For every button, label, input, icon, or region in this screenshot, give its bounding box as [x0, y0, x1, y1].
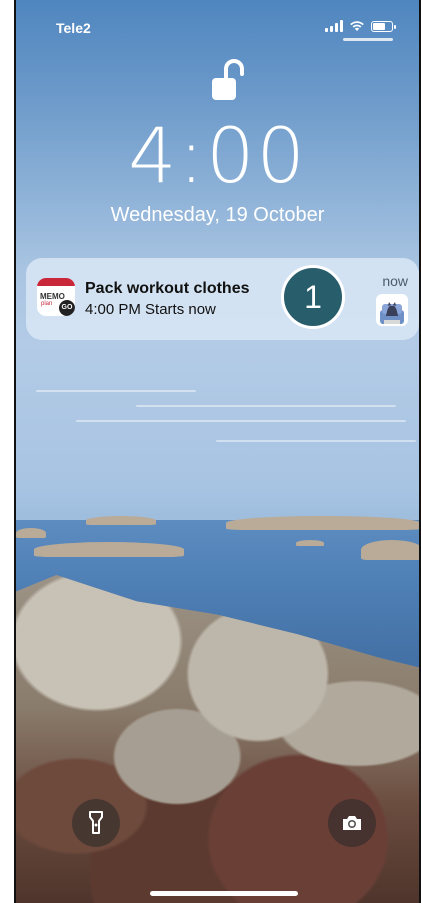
- notification-card[interactable]: MEMO plan GO Pack workout clothes 4:00 P…: [26, 258, 419, 340]
- flashlight-icon: [89, 811, 103, 834]
- flashlight-button[interactable]: [72, 799, 120, 847]
- island: [226, 516, 419, 530]
- app-icon-label: MEMO: [40, 292, 65, 301]
- battery-icon: [371, 20, 396, 32]
- home-indicator[interactable]: [150, 891, 298, 896]
- notification-time: now: [382, 273, 408, 289]
- app-icon-sublabel: plan: [41, 301, 53, 307]
- camera-icon: [343, 816, 361, 830]
- carrier-label: Tele2: [56, 20, 91, 36]
- step-number-badge: 1: [281, 265, 345, 329]
- signal-icon: [325, 20, 343, 32]
- status-icons: [325, 20, 396, 32]
- island: [361, 540, 419, 560]
- sky-streak: [76, 420, 406, 422]
- island: [16, 528, 46, 538]
- lock-screen-time: 4:00: [128, 111, 307, 200]
- unlocked-padlock-icon: [212, 59, 244, 100]
- wifi-icon: [350, 21, 364, 31]
- sky-streak: [136, 405, 396, 407]
- island: [34, 542, 184, 557]
- app-icon-go-badge: GO: [59, 300, 75, 316]
- status-bar: Tele2: [16, 0, 419, 50]
- cat-in-chair-image: [376, 294, 408, 326]
- memo-planner-go-app-icon: MEMO plan GO: [37, 278, 75, 316]
- island: [86, 516, 156, 525]
- camera-button[interactable]: [328, 799, 376, 847]
- notification-title: Pack workout clothes: [85, 280, 250, 297]
- sky-streak: [36, 390, 196, 392]
- lock-screen: Tele2 4:00 Wednesday, 19 October MEMO pl…: [14, 0, 421, 903]
- island: [296, 540, 324, 546]
- control-center-indicator[interactable]: [343, 38, 393, 41]
- notification-body: 4:00 PM Starts now: [85, 301, 216, 318]
- sky-streak: [216, 440, 416, 442]
- lock-screen-date: Wednesday, 19 October: [110, 204, 325, 226]
